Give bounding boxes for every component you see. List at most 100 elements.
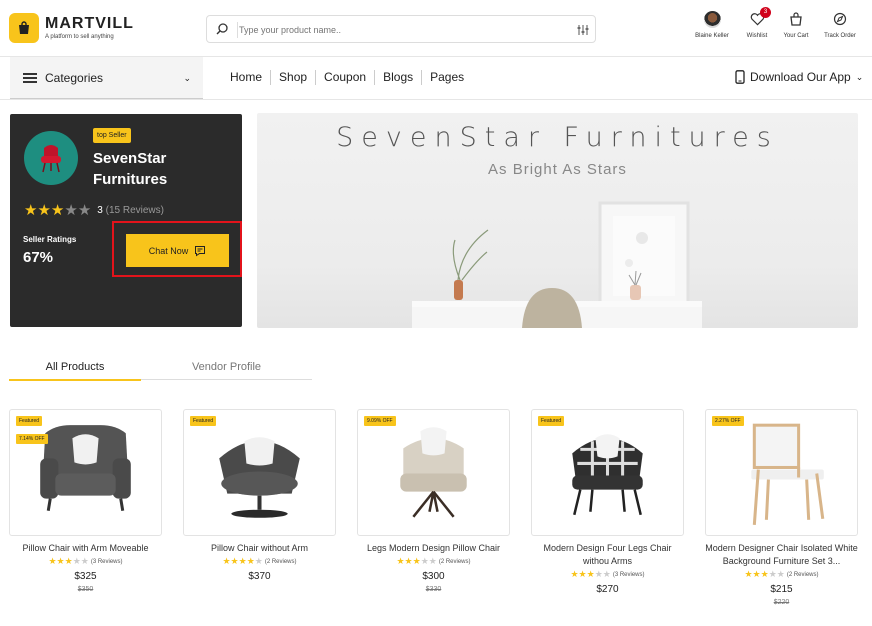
star-icon: ★: [37, 202, 51, 219]
nav-coupon[interactable]: Coupon: [316, 70, 376, 85]
star-empty-icon: ★: [602, 569, 611, 579]
star-icon: ★: [24, 202, 38, 219]
rating-value: 3: [97, 205, 103, 216]
product-old-price: $220: [773, 599, 790, 606]
track-order-label: Track Order: [824, 33, 856, 39]
chat-icon: [195, 245, 206, 256]
discount-badge: 9.09% OFF: [364, 416, 396, 426]
phone-icon: [735, 70, 745, 84]
star-empty-icon: ★: [77, 202, 92, 219]
top-seller-badge: top Seller: [93, 128, 131, 143]
product-review-count: (2 Reviews): [264, 558, 297, 565]
product-card[interactable]: Featured: [531, 409, 684, 536]
star-icon: ★: [50, 202, 65, 219]
star-icon: ★: [48, 556, 57, 566]
star-empty-icon: ★: [80, 556, 89, 566]
star-icon: ★: [222, 556, 231, 566]
account-button[interactable]: Blaine Keller: [687, 10, 737, 39]
store-banner: SevenStar Furnitures As Bright As Stars: [257, 113, 858, 328]
nav-divider: [0, 99, 872, 100]
star-empty-icon: ★: [254, 556, 263, 566]
banner-furniture-illustration: [412, 201, 702, 328]
product-image[interactable]: [706, 410, 857, 535]
chevron-down-icon: ⌄: [183, 73, 191, 83]
avatar: [703, 10, 721, 28]
product-price: $370: [248, 571, 271, 582]
compass-icon: [833, 12, 847, 26]
star-icon: ★: [744, 569, 753, 579]
product-image[interactable]: [358, 410, 509, 535]
tab-all-products[interactable]: All Products: [9, 361, 141, 381]
product-image[interactable]: [532, 410, 683, 535]
featured-badge: Featured: [190, 416, 217, 426]
product-price: $270: [596, 584, 619, 595]
featured-badge: Featured: [538, 416, 565, 426]
star-icon: ★: [64, 556, 73, 566]
product-name[interactable]: Modern Designer Chair Isolated White Bac…: [705, 542, 858, 568]
product-card[interactable]: 2.27% OFF: [705, 409, 858, 536]
product-image[interactable]: [184, 410, 335, 535]
download-app-menu[interactable]: Download Our App ⌄: [735, 70, 863, 84]
categories-dropdown[interactable]: Categories ⌄: [10, 57, 203, 99]
rating-text: 3 (15 Reviews): [97, 205, 164, 216]
wishlist-count-badge: 3: [760, 7, 771, 18]
star-icon: ★: [56, 556, 65, 566]
search-icon[interactable]: [215, 22, 229, 41]
product-review-count: (2 Reviews): [786, 571, 819, 578]
star-empty-icon: ★: [428, 556, 437, 566]
nav-pages[interactable]: Pages: [422, 70, 472, 85]
seller-ratings-label: Seller Ratings: [23, 235, 77, 244]
product-card[interactable]: Featured 7.14% OFF: [9, 409, 162, 536]
categories-label: Categories: [45, 70, 104, 85]
cart-button[interactable]: Your Cart: [771, 10, 821, 39]
chevron-down-icon: ⌄: [855, 71, 864, 82]
product-name[interactable]: Pillow Chair with Arm Moveable: [9, 542, 162, 555]
seller-card: top Seller SevenStar Furnitures ★ ★ ★ ★ …: [10, 114, 242, 327]
search-bar: [206, 15, 596, 43]
star-icon: ★: [396, 556, 405, 566]
star-empty-icon: ★: [72, 556, 81, 566]
product-review-count: (3 Reviews): [612, 571, 645, 578]
featured-badge: Featured: [16, 416, 43, 426]
product-name[interactable]: Legs Modern Design Pillow Chair: [357, 542, 510, 555]
chat-now-button[interactable]: Chat Now: [126, 234, 229, 267]
track-order-button[interactable]: Track Order: [815, 10, 865, 39]
product-name[interactable]: Modern Design Four Legs Chair withou Arm…: [531, 542, 684, 568]
menu-icon: [23, 72, 37, 83]
star-empty-icon: ★: [594, 569, 603, 579]
brand-name[interactable]: MARTVILL: [45, 15, 134, 33]
nav-shop[interactable]: Shop: [271, 70, 317, 85]
seller-logo: [24, 131, 78, 185]
star-icon: ★: [230, 556, 239, 566]
star-icon: ★: [578, 569, 587, 579]
cart-icon: [790, 12, 802, 26]
star-icon: ★: [246, 556, 255, 566]
download-app-label: Download Our App: [750, 70, 851, 84]
product-rating: ★ ★ ★ ★ ★ (2 Reviews): [183, 556, 336, 567]
product-rating: ★ ★ ★ ★ ★ (2 Reviews): [705, 569, 858, 580]
nav-blogs[interactable]: Blogs: [375, 70, 423, 85]
product-card[interactable]: Featured: [183, 409, 336, 536]
filter-icon[interactable]: [577, 23, 589, 41]
product-name[interactable]: Pillow Chair without Arm: [183, 542, 336, 555]
star-empty-icon: ★: [768, 569, 777, 579]
search-input[interactable]: [239, 21, 569, 39]
product-price: $215: [770, 584, 793, 595]
account-label: Blaine Keller: [695, 33, 729, 39]
star-icon: ★: [404, 556, 413, 566]
discount-badge: 7.14% OFF: [16, 434, 48, 444]
logo-icon[interactable]: [9, 13, 39, 43]
nav-home[interactable]: Home: [222, 70, 272, 85]
discount-badge: 2.27% OFF: [712, 416, 744, 426]
tab-vendor-profile[interactable]: Vendor Profile: [141, 361, 312, 380]
product-image[interactable]: [10, 410, 161, 535]
star-empty-icon: ★: [776, 569, 785, 579]
product-rating: ★ ★ ★ ★ ★ (3 Reviews): [9, 556, 162, 567]
product-price: $300: [422, 571, 445, 582]
review-count: (15 Reviews): [105, 205, 164, 216]
star-icon: ★: [760, 569, 769, 579]
star-empty-icon: ★: [420, 556, 429, 566]
cart-label: Your Cart: [783, 33, 809, 39]
main-nav: Home Shop Coupon Blogs Pages: [222, 70, 472, 85]
product-card[interactable]: 9.09% OFF: [357, 409, 510, 536]
